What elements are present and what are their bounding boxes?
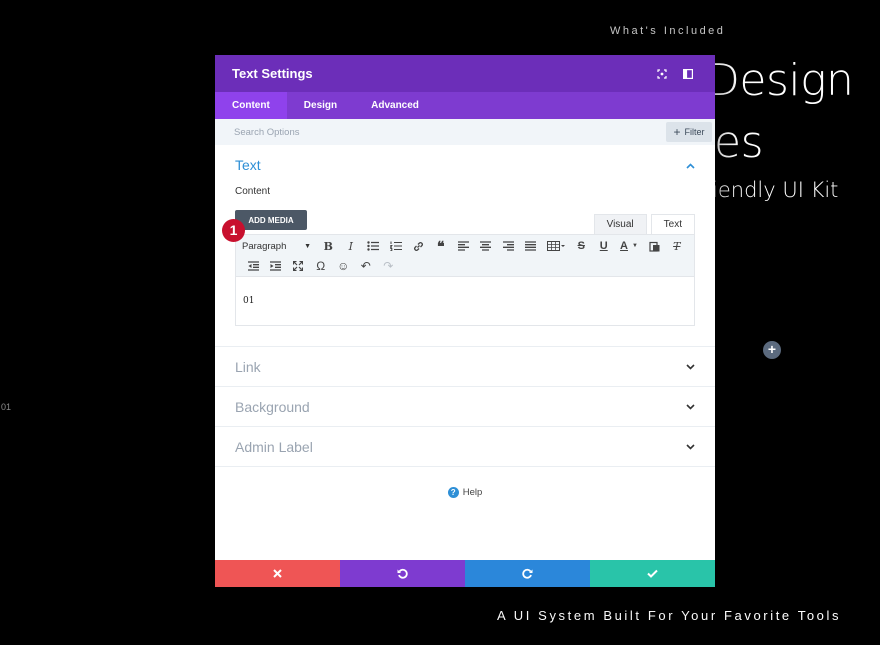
section-eyebrow: What's Included (610, 25, 726, 37)
redo-icon[interactable]: ↷ (377, 257, 400, 275)
fullscreen-icon[interactable] (652, 64, 672, 84)
strikethrough-icon[interactable]: S (570, 237, 593, 255)
blockquote-icon[interactable]: ❝ (430, 237, 453, 255)
underline-icon[interactable]: U (593, 237, 616, 255)
text-section: Text Content ADD MEDIA Visual Text Parag… (215, 145, 715, 347)
align-justify-icon[interactable] (520, 237, 543, 255)
bullet-list-icon[interactable] (362, 237, 385, 255)
sidebar-toggle-icon[interactable] (678, 64, 698, 84)
background-section[interactable]: Background (215, 387, 715, 427)
help-link[interactable]: ? Help (215, 487, 715, 498)
align-left-icon[interactable] (452, 237, 475, 255)
tab-advanced[interactable]: Advanced (354, 92, 436, 119)
undo-button[interactable] (340, 560, 465, 587)
hero-headline-line2: es (714, 117, 764, 168)
align-center-icon[interactable] (475, 237, 498, 255)
close-icon (273, 569, 282, 578)
chevron-down-icon (685, 362, 695, 372)
add-media-button[interactable]: ADD MEDIA (235, 210, 307, 230)
tab-content[interactable]: Content (215, 92, 287, 119)
hero-headline-line1: Design (706, 55, 854, 106)
help-icon: ? (447, 487, 459, 498)
content-label: Content (235, 186, 271, 197)
tab-text[interactable]: Text (650, 214, 695, 234)
caret-down-icon: ▼ (304, 242, 311, 250)
footer-tagline: A UI System Built For Your Favorite Tool… (497, 608, 842, 623)
editor-toolbar: Paragraph ▼ B I ❝ S U A ▼ T Ω ☺ ↶ ↷ (235, 234, 695, 276)
search-options-input[interactable] (234, 126, 534, 138)
undo-icon[interactable]: ↶ (355, 257, 378, 275)
filter-label: Filter (684, 127, 705, 137)
outdent-icon[interactable] (242, 257, 265, 275)
redo-arrow-icon (522, 568, 533, 579)
bold-icon[interactable]: B (317, 237, 340, 255)
modal-title: Text Settings (232, 66, 313, 81)
link-section-title: Link (235, 359, 261, 375)
checkmark-icon (647, 569, 658, 578)
hero-subheadline: iendly UI Kit (712, 178, 839, 202)
chevron-down-icon (685, 402, 695, 412)
align-right-icon[interactable] (497, 237, 520, 255)
modal-header: Text Settings (215, 55, 715, 92)
help-label: Help (462, 487, 483, 498)
text-section-title[interactable]: Text (235, 157, 261, 173)
link-section[interactable]: Link (215, 347, 715, 387)
text-settings-modal: Text Settings Content Design Advanced + … (215, 55, 715, 587)
numbered-list-icon[interactable] (385, 237, 408, 255)
undo-arrow-icon (397, 568, 408, 579)
plus-icon: + (673, 125, 681, 139)
search-bar: + Filter (215, 119, 715, 145)
chevron-down-icon (685, 442, 695, 452)
format-select[interactable]: Paragraph ▼ (242, 241, 317, 252)
plus-icon: + (767, 341, 777, 357)
editor-content-area[interactable]: 01 (235, 276, 695, 326)
modal-footer (215, 560, 715, 587)
settings-tabs: Content Design Advanced (215, 92, 715, 119)
text-color-icon[interactable]: A ▼ (615, 237, 643, 255)
background-section-title: Background (235, 399, 310, 415)
indent-icon[interactable] (265, 257, 288, 275)
chevron-up-icon[interactable] (685, 161, 695, 171)
link-icon[interactable] (407, 237, 430, 255)
editor-mode-tabs: Visual Text (590, 214, 695, 234)
special-character-icon[interactable]: Ω (310, 257, 333, 275)
emoji-icon[interactable]: ☺ (332, 257, 355, 275)
clear-formatting-icon[interactable]: T (666, 237, 689, 255)
save-button[interactable] (590, 560, 715, 587)
tab-design[interactable]: Design (287, 92, 354, 119)
paste-text-icon[interactable] (643, 237, 666, 255)
editor-content-text: 01 (243, 296, 255, 306)
admin-label-section-title: Admin Label (235, 439, 313, 455)
module-number-text: 01 (1, 402, 12, 412)
add-module-button[interactable]: + (763, 341, 781, 359)
italic-icon[interactable]: I (340, 237, 363, 255)
admin-label-section[interactable]: Admin Label (215, 427, 715, 467)
table-icon[interactable] (542, 237, 570, 255)
fullscreen-editor-icon[interactable] (287, 257, 310, 275)
filter-button[interactable]: + Filter (666, 122, 712, 142)
step-badge: 1 (222, 219, 245, 242)
format-select-value: Paragraph (242, 240, 287, 252)
tab-visual[interactable]: Visual (593, 214, 647, 234)
redo-button[interactable] (465, 560, 590, 587)
cancel-button[interactable] (215, 560, 340, 587)
